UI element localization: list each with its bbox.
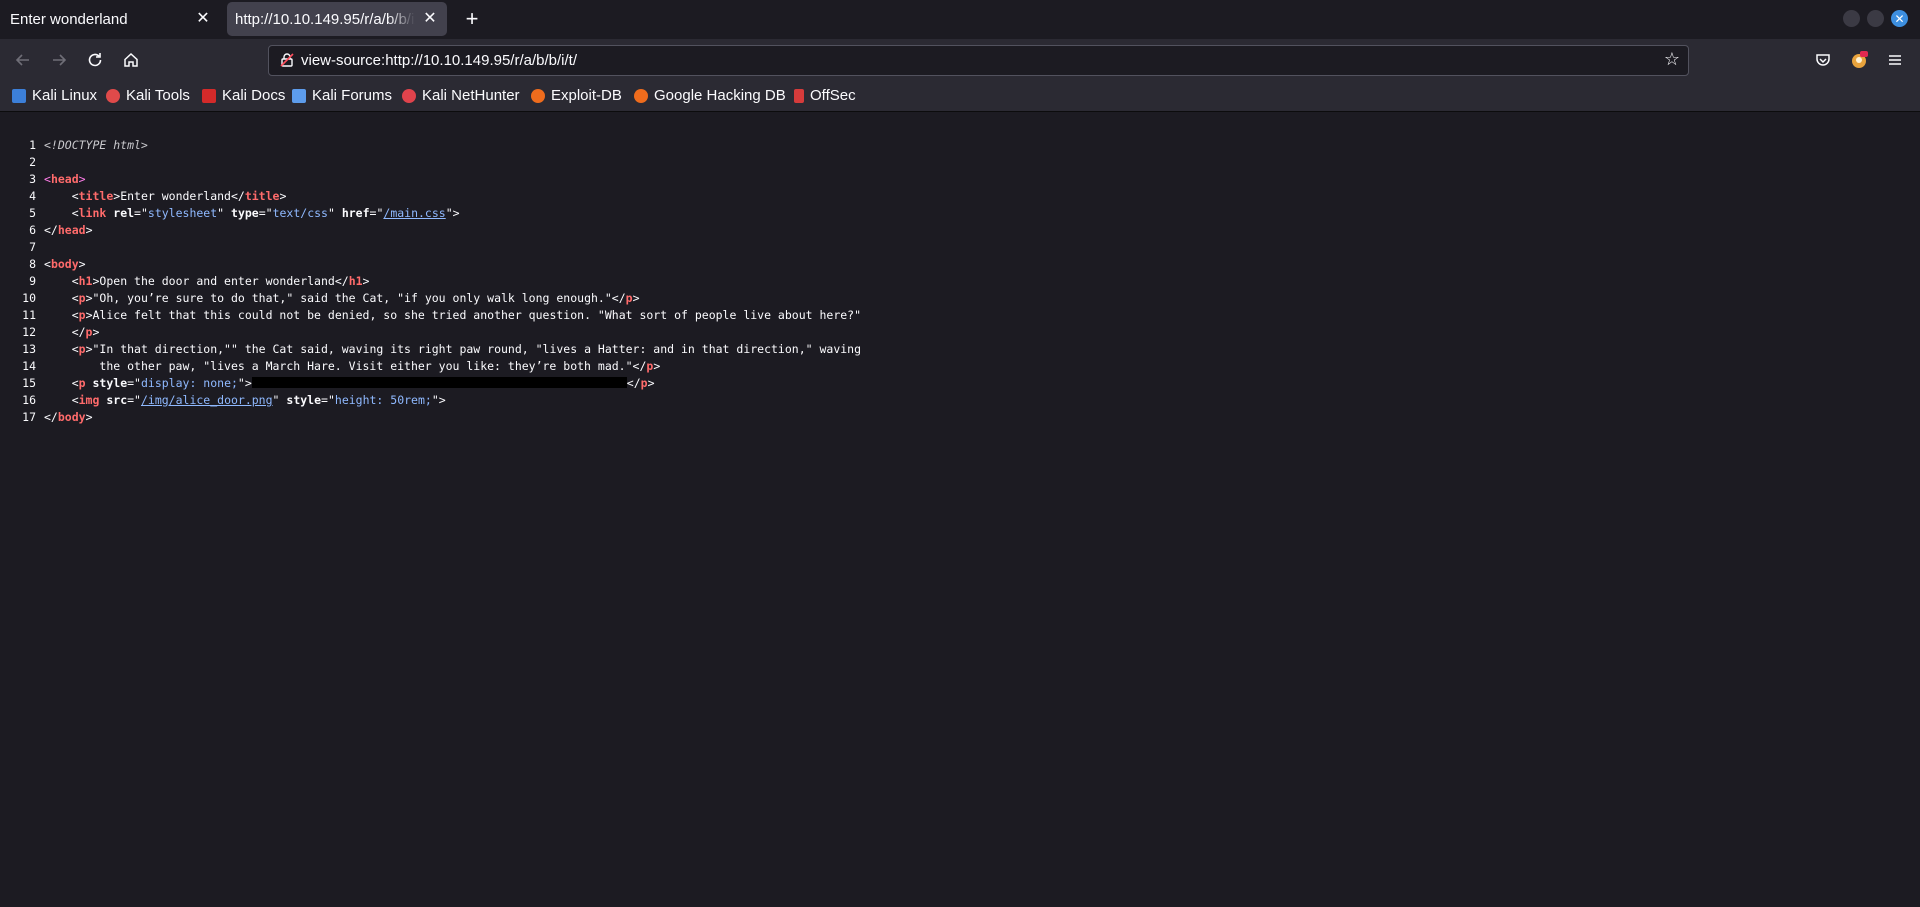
paragraph-text: Alice felt that this could not be denied… [92, 308, 862, 322]
pocket-button[interactable] [1808, 45, 1838, 75]
bookmark-kali-nethunter[interactable]: Kali NetHunter [402, 87, 520, 104]
source-line: 13 <p>"In that direction,"" the Cat said… [22, 342, 862, 356]
account-icon [1852, 51, 1868, 68]
tab-view-source[interactable]: http://10.10.149.95/r/a/b/b/i/t/ ✕ [227, 2, 447, 36]
style-value: display: none; [140, 376, 238, 390]
source-line: 8 <body> [29, 257, 86, 271]
bookmark-google-hacking-db[interactable]: Google Hacking DB [634, 87, 786, 104]
bookmark-star-icon[interactable]: ☆ [1664, 49, 1680, 70]
maximize-button[interactable] [1867, 10, 1884, 27]
bookmark-label: Kali Docs [222, 87, 286, 104]
tab-enter-wonderland[interactable]: Enter wonderland ✕ [0, 2, 220, 36]
source-line: 4 <title>Enter wonderland</title> [29, 189, 287, 203]
arrow-right-icon [53, 54, 67, 66]
kali-tools-icon [106, 88, 120, 103]
back-button[interactable] [8, 45, 38, 75]
paragraph-text: "Oh, you’re sure to do that," said the C… [92, 291, 612, 305]
pocket-icon [1816, 54, 1830, 66]
menu-button[interactable] [1880, 45, 1910, 75]
forward-button[interactable] [44, 45, 74, 75]
source-view: 1 <!DOCTYPE html> 2 3 <head> 4 <title>Ente… [0, 112, 1920, 907]
exploit-db-icon [531, 88, 545, 103]
h1-text: Open the door and enter wonderland [99, 274, 335, 288]
bookmark-label: Kali Tools [126, 87, 190, 104]
url-bar[interactable]: view-source:http://10.10.149.95/r/a/b/b/… [268, 45, 1689, 76]
bookmark-label: Kali Linux [32, 87, 98, 104]
type-value: text/css [272, 206, 328, 220]
tab-title: http://10.10.149.95/r/a/b/b/i/t/ [235, 11, 415, 28]
bookmark-exploit-db[interactable]: Exploit-DB [531, 87, 622, 104]
source-line: 17 </body> [22, 410, 93, 424]
kali-dragon-icon [12, 88, 26, 103]
source-line: 3 <head> [29, 172, 86, 186]
kali-forums-icon [292, 88, 306, 103]
insecure-lock-icon [280, 53, 294, 67]
arrow-left-icon [15, 54, 29, 66]
source-line: 5 <link rel="stylesheet" type="text/css"… [29, 206, 460, 220]
bookmark-kali-forums[interactable]: Kali Forums [292, 87, 392, 104]
source-line: 14 the other paw, "lives a March Hare. V… [22, 359, 661, 373]
source-line: 12 </p> [22, 325, 100, 339]
redacted-text [251, 377, 627, 388]
home-button[interactable] [116, 45, 146, 75]
source-line: 1 <!DOCTYPE html> [29, 138, 148, 152]
close-icon[interactable]: ✕ [194, 9, 212, 27]
close-icon[interactable]: ✕ [421, 9, 439, 27]
close-window-button[interactable]: ✕ [1891, 10, 1908, 27]
source-line: 16 <img src="/img/alice_door.png" style=… [22, 393, 446, 407]
source-line: 9 <h1>Open the door and enter wonderland… [29, 274, 370, 288]
style-value: height: 50rem; [334, 393, 432, 407]
bookmark-kali-linux[interactable]: Kali Linux [12, 87, 97, 104]
source-line: 15 <p style="display: none;"> </p> [22, 376, 655, 390]
rel-value: stylesheet [147, 206, 218, 220]
paragraph-text: the other paw, "lives a March Hare. Visi… [71, 359, 633, 373]
bookmark-offsec[interactable]: OffSec [794, 87, 856, 104]
bookmark-label: Kali NetHunter [422, 87, 520, 104]
image-link[interactable]: /img/alice_door.png [141, 393, 273, 407]
hamburger-menu-icon [1889, 55, 1901, 65]
tab-strip: Enter wonderland ✕ http://10.10.149.95/r… [0, 0, 1920, 39]
bookmarks-toolbar: Kali Linux Kali Tools Kali Docs Kali For… [0, 82, 1920, 112]
url-text[interactable]: view-source:http://10.10.149.95/r/a/b/b/… [301, 52, 577, 69]
source-line: 10 <p>"Oh, you’re sure to do that," said… [22, 291, 640, 305]
source-line: 6 </head> [29, 223, 93, 237]
source-line: 7 [29, 240, 36, 254]
source-line: 11 <p>Alice felt that this could not be … [22, 308, 862, 322]
doctype: <!DOCTYPE html> [44, 138, 148, 152]
kali-docs-icon [202, 88, 216, 103]
home-icon [124, 52, 138, 67]
bookmark-kali-docs[interactable]: Kali Docs [202, 87, 285, 104]
stylesheet-link[interactable]: /main.css [383, 206, 445, 220]
source-line: 2 [29, 155, 36, 169]
reload-icon [88, 53, 102, 67]
tab-title: Enter wonderland [10, 11, 128, 28]
offsec-icon [794, 88, 804, 103]
minimize-button[interactable] [1843, 10, 1860, 27]
nav-toolbar: view-source:http://10.10.149.95/r/a/b/b/… [0, 39, 1920, 82]
bookmark-label: OffSec [810, 87, 856, 104]
title-text: Enter wonderland [120, 189, 231, 203]
new-tab-button[interactable]: + [459, 6, 485, 32]
bookmark-label: Exploit-DB [551, 87, 622, 104]
paragraph-text: "In that direction,"" the Cat said, wavi… [92, 342, 862, 356]
bookmark-kali-tools[interactable]: Kali Tools [106, 87, 190, 104]
account-button[interactable] [1844, 45, 1874, 75]
nethunter-icon [402, 88, 416, 103]
ghdb-icon [634, 88, 648, 103]
bookmark-label: Google Hacking DB [654, 87, 786, 104]
reload-button[interactable] [80, 45, 110, 75]
bookmark-label: Kali Forums [312, 87, 393, 104]
